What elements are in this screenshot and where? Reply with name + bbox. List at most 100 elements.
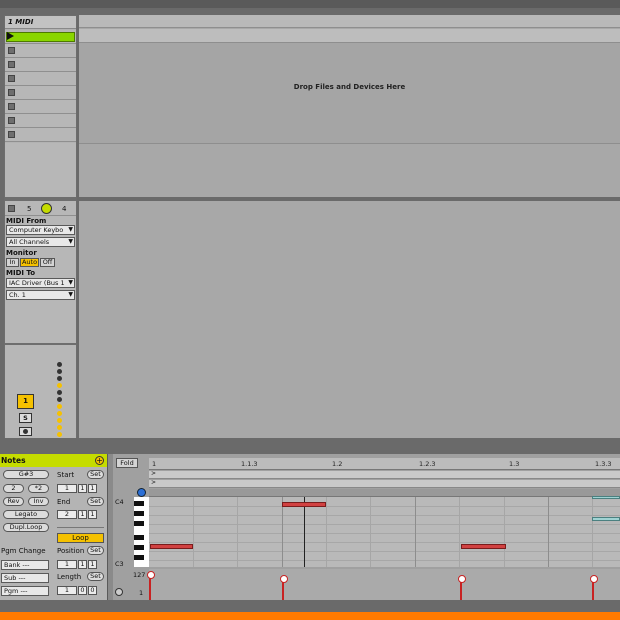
- empty-area: [5, 143, 76, 197]
- stop-button-icon[interactable]: [8, 75, 15, 82]
- stop-button-icon[interactable]: [8, 131, 15, 138]
- velocity-stem[interactable]: [590, 575, 598, 600]
- stop-button-icon[interactable]: [8, 89, 15, 96]
- velocity-lane[interactable]: [147, 569, 620, 600]
- clip-slot-active[interactable]: [5, 30, 76, 44]
- stop-button-icon[interactable]: [8, 47, 15, 54]
- end-bar-field[interactable]: 2: [57, 510, 77, 519]
- sub-field[interactable]: Sub ---: [1, 573, 49, 583]
- fold-button[interactable]: Fold: [116, 458, 138, 468]
- start-sixteenth-field[interactable]: 1: [88, 484, 97, 493]
- clip-slot[interactable]: [5, 86, 76, 100]
- double-button[interactable]: *2: [28, 484, 49, 493]
- ruler-tick: 1.1.3: [241, 460, 258, 468]
- channel-dropdown[interactable]: Ch. 1 ▼: [6, 290, 75, 300]
- set-end-button[interactable]: Set: [87, 497, 104, 506]
- track-activator-button[interactable]: 1: [17, 394, 34, 409]
- set-position-button[interactable]: Set: [87, 546, 104, 555]
- midi-note[interactable]: [150, 544, 193, 549]
- channels-dropdown[interactable]: All Channels ▼: [6, 237, 75, 247]
- notes-panel: Notes + G#3 Start Set 2 *2 1 1 1 Rev Inv…: [0, 454, 107, 600]
- position-bar-field[interactable]: 1: [57, 560, 77, 569]
- midi-track-column: 1 MIDI 5 4 MIDI From Computer Keybo ▼ All…: [4, 15, 77, 438]
- bank-field[interactable]: Bank ---: [1, 560, 49, 570]
- set-length-button[interactable]: Set: [87, 572, 104, 581]
- stop-button-icon[interactable]: [8, 103, 15, 110]
- clip-slot[interactable]: [5, 72, 76, 86]
- monitor-off-button[interactable]: Off: [40, 258, 55, 267]
- channel-value: Ch. 1: [9, 291, 26, 299]
- midi-to-dropdown[interactable]: IAC Driver (Bus 1 ▼: [6, 278, 75, 288]
- length-bar-field[interactable]: 1: [57, 586, 77, 595]
- piano-roll: Fold 1 1.1.3 1.2 1.2.3 1.3 1.3.3 > > C4 …: [113, 454, 620, 600]
- velocity-stem[interactable]: [147, 571, 155, 600]
- clip-slot[interactable]: [5, 114, 76, 128]
- track-title[interactable]: 1 MIDI: [5, 16, 76, 29]
- monitor-in-button[interactable]: In: [6, 258, 19, 267]
- stop-icon[interactable]: [8, 205, 15, 212]
- loop-brace-lane[interactable]: >: [149, 470, 620, 479]
- note-grid[interactable]: [149, 496, 620, 567]
- position-beat-field[interactable]: 1: [78, 560, 87, 569]
- velocity-stem[interactable]: [280, 575, 288, 600]
- send-b-number: 4: [62, 205, 67, 213]
- beat-ruler[interactable]: 1 1.1.3 1.2 1.2.3 1.3 1.3.3: [149, 458, 620, 470]
- set-start-button[interactable]: Set: [87, 470, 104, 479]
- midi-note[interactable]: [461, 544, 506, 549]
- loop-button[interactable]: Loop: [57, 533, 104, 543]
- scroll-strip[interactable]: [149, 489, 620, 497]
- dropdown-arrow-icon: ▼: [68, 279, 73, 286]
- invert-button[interactable]: Inv: [28, 497, 49, 506]
- note-name-button[interactable]: G#3: [3, 470, 49, 479]
- position-sixteenth-field[interactable]: 1: [88, 560, 97, 569]
- device-drop-zone[interactable]: [79, 43, 620, 143]
- start-bar-field[interactable]: 1: [57, 484, 77, 493]
- piano-keys[interactable]: [134, 497, 149, 567]
- io-section: MIDI From Computer Keybo ▼ All Channels ▼ …: [5, 216, 76, 316]
- start-beat-field[interactable]: 1: [78, 484, 87, 493]
- plus-icon[interactable]: +: [95, 456, 104, 465]
- knob-icon[interactable]: [41, 203, 52, 214]
- clip-slot[interactable]: [5, 100, 76, 114]
- clip-slot[interactable]: [5, 44, 76, 58]
- monitor-auto-button[interactable]: Auto: [20, 258, 39, 267]
- monitor-group: In Auto Off: [6, 258, 66, 268]
- midi-note-offscreen[interactable]: [592, 496, 620, 499]
- half-button[interactable]: 2: [3, 484, 24, 493]
- playhead: [304, 497, 305, 567]
- midi-from-dropdown[interactable]: Computer Keybo ▼: [6, 225, 75, 235]
- play-icon[interactable]: [7, 32, 14, 40]
- stop-button-icon[interactable]: [8, 117, 15, 124]
- monitor-label: Monitor: [6, 249, 37, 257]
- velocity-toggle-icon[interactable]: [115, 588, 123, 596]
- top-bar: [0, 0, 620, 8]
- clip-slot[interactable]: [5, 128, 76, 142]
- midi-to-value: IAC Driver (Bus 1: [9, 279, 65, 287]
- reverse-button[interactable]: Rev: [3, 497, 24, 506]
- midi-note[interactable]: [282, 502, 326, 507]
- pgm-field[interactable]: Pgm ---: [1, 586, 49, 596]
- clip-slot[interactable]: [5, 58, 76, 72]
- device-area[interactable]: [79, 201, 620, 438]
- start-marker-lane[interactable]: >: [149, 479, 620, 488]
- send-a-number: 5: [27, 205, 32, 213]
- track-header-row: 5 4: [5, 202, 76, 216]
- drop-area[interactable]: Drop Files and Devices Here: [79, 15, 620, 438]
- end-beat-field[interactable]: 1: [78, 510, 87, 519]
- length-sixteenth-field[interactable]: 0: [88, 586, 97, 595]
- c4-label: C4: [115, 498, 124, 506]
- zoom-icon[interactable]: [137, 488, 146, 497]
- position-label: Position: [57, 547, 85, 555]
- solo-button[interactable]: S: [19, 413, 32, 423]
- ruler-tick: 1.2.3: [419, 460, 436, 468]
- stop-button-icon[interactable]: [8, 61, 15, 68]
- velocity-stem[interactable]: [458, 575, 466, 600]
- duplicate-loop-button[interactable]: Dupl.Loop: [3, 523, 49, 532]
- clip[interactable]: [6, 32, 75, 42]
- length-beat-field[interactable]: 0: [78, 586, 87, 595]
- end-sixteenth-field[interactable]: 1: [88, 510, 97, 519]
- midi-note-offscreen[interactable]: [592, 517, 620, 521]
- legato-button[interactable]: Legato: [3, 510, 49, 519]
- start-label: Start: [57, 471, 75, 479]
- arm-button[interactable]: [19, 427, 32, 436]
